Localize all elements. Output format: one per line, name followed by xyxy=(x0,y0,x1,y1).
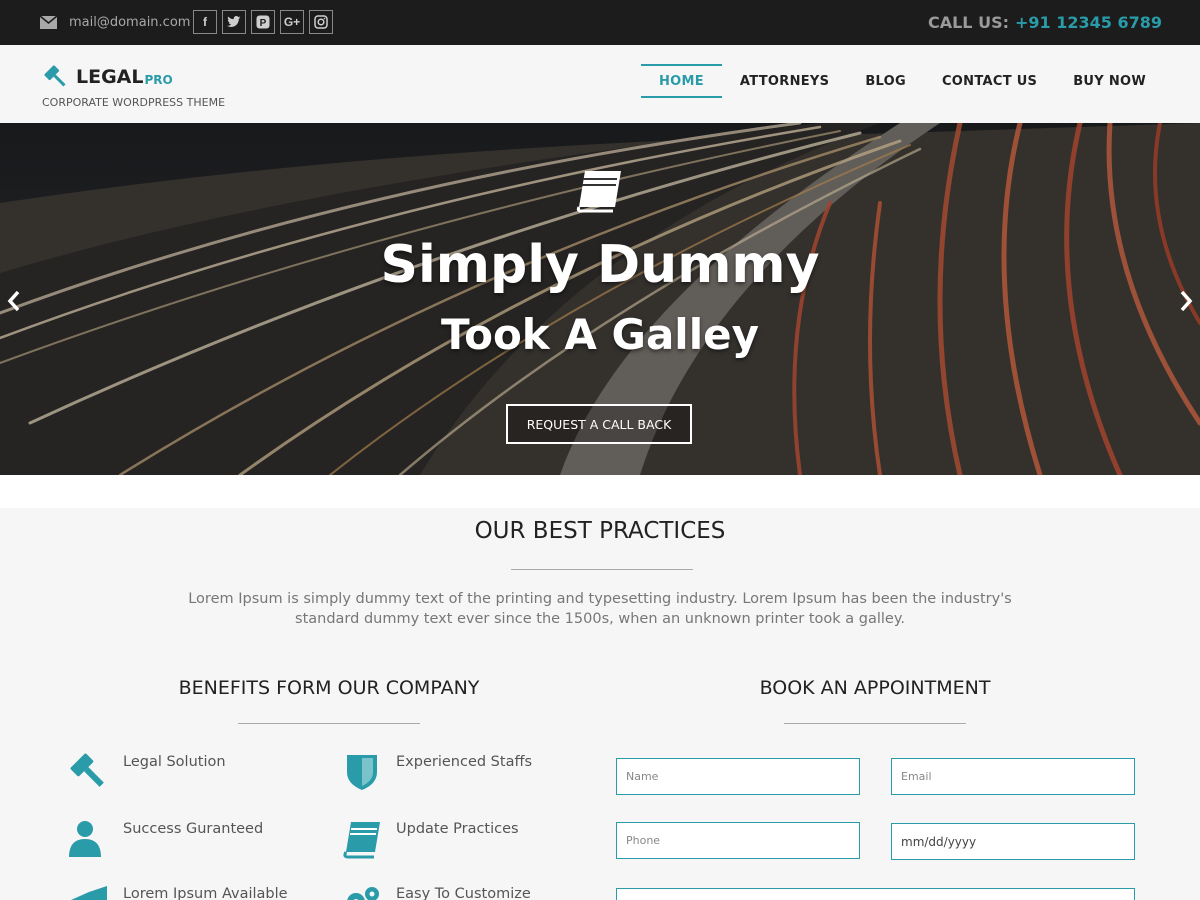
social-links: f P G+ xyxy=(193,10,338,34)
site-header: LEGAL PRO CORPORATE WORDPRESS THEME HOME… xyxy=(0,45,1200,123)
benefit-item: Legal Solution xyxy=(69,752,226,792)
svg-text:P: P xyxy=(260,18,267,29)
request-call-back-button[interactable]: REQUEST A CALL BACK xyxy=(506,404,692,444)
practices-title: OUR BEST PRACTICES xyxy=(474,518,726,544)
divider xyxy=(511,569,693,570)
hero-slider: Simply Dummy Took A Galley REQUEST A CAL… xyxy=(0,123,1200,475)
date-field[interactable]: mm/dd/yyyy xyxy=(891,823,1135,860)
gavel-icon xyxy=(70,753,104,787)
benefit-item: Easy To Customize xyxy=(342,884,531,900)
benefit-label: Success Guranteed xyxy=(123,821,264,837)
benefit-label: Legal Solution xyxy=(123,754,226,770)
appointment-title: BOOK AN APPOINTMENT xyxy=(759,677,991,699)
phone-field[interactable]: Phone xyxy=(616,822,860,859)
gears-icon xyxy=(347,887,379,900)
benefit-label: Easy To Customize xyxy=(396,886,531,900)
chevron-right-icon[interactable] xyxy=(1176,286,1196,316)
user-icon xyxy=(69,821,101,857)
logo-subtext: PRO xyxy=(144,73,173,87)
call-us-label: CALL US: xyxy=(927,13,1009,32)
nav-blog[interactable]: BLOG xyxy=(847,64,924,98)
benefits-title: BENEFITS FORM OUR COMPANY xyxy=(178,677,480,699)
benefit-label: Update Practices xyxy=(396,821,519,837)
name-field[interactable]: Name xyxy=(616,758,860,795)
book-icon xyxy=(343,822,380,859)
benefit-label: Lorem Ipsum Available xyxy=(123,886,288,900)
chart-icon xyxy=(71,886,107,900)
phone-number[interactable]: +91 12345 6789 xyxy=(1015,13,1162,32)
divider xyxy=(238,723,420,724)
nav-attorneys[interactable]: ATTORNEYS xyxy=(722,64,847,98)
section-spacer xyxy=(0,475,1200,508)
logo[interactable]: LEGAL PRO xyxy=(42,63,173,91)
top-bar: mail@domain.com f P G+ CALL US: +91 1234… xyxy=(0,0,1200,45)
logo-text: LEGAL xyxy=(76,66,144,88)
shield-icon xyxy=(347,755,377,790)
book-icon xyxy=(576,171,621,213)
hero-subtitle: Took A Galley xyxy=(441,310,759,359)
google-plus-icon[interactable]: G+ xyxy=(280,10,304,34)
instagram-icon[interactable] xyxy=(309,10,333,34)
message-field[interactable] xyxy=(616,888,1135,900)
benefit-item: Update Practices xyxy=(342,819,519,859)
benefit-item: Lorem Ipsum Available xyxy=(69,884,288,900)
divider xyxy=(784,723,966,724)
hero-title: Simply Dummy xyxy=(380,235,820,295)
twitter-icon[interactable] xyxy=(222,10,246,34)
benefit-item: Success Guranteed xyxy=(69,819,263,859)
chevron-left-icon[interactable] xyxy=(4,286,24,316)
nav-contact-us[interactable]: CONTACT US xyxy=(924,64,1055,98)
benefit-label: Experienced Staffs xyxy=(396,754,532,770)
gavel-icon xyxy=(44,65,66,87)
pinterest-icon[interactable]: P xyxy=(251,10,275,34)
facebook-icon[interactable]: f xyxy=(193,10,217,34)
benefit-item: Experienced Staffs xyxy=(342,752,532,792)
nav-buy-now[interactable]: BUY NOW xyxy=(1055,64,1164,98)
email-field[interactable]: Email xyxy=(891,758,1135,795)
envelope-icon xyxy=(40,16,57,29)
email-text: mail@domain.com xyxy=(69,15,191,30)
tagline: CORPORATE WORDPRESS THEME xyxy=(42,96,226,109)
call-us: CALL US: +91 12345 6789 xyxy=(928,0,1162,45)
main-nav: HOME ATTORNEYS BLOG CONTACT US BUY NOW xyxy=(640,64,1164,98)
email-contact[interactable]: mail@domain.com xyxy=(40,0,190,45)
nav-home[interactable]: HOME xyxy=(640,64,722,98)
practices-description: Lorem Ipsum is simply dummy text of the … xyxy=(188,591,1012,627)
